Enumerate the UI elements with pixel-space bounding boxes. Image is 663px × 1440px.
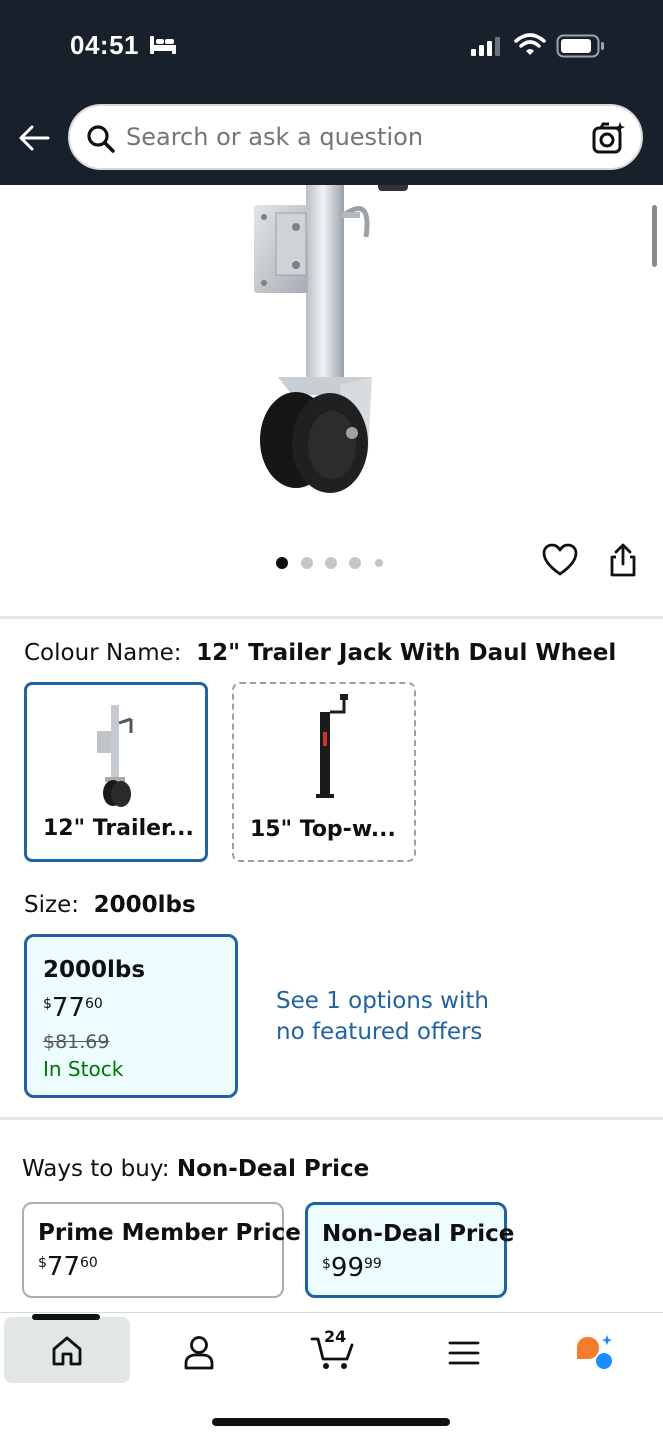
cellular-signal-icon bbox=[471, 37, 500, 56]
price-fraction: 60 bbox=[80, 1255, 98, 1271]
home-indicator-bar bbox=[212, 1418, 450, 1426]
price-currency: $ bbox=[322, 1256, 331, 1272]
colour-label: Colour Name: bbox=[24, 640, 182, 666]
wifi-icon bbox=[514, 33, 546, 55]
top-bar: 04:51 bbox=[0, 0, 663, 185]
ways-to-buy-selected-value: Non-Deal Price bbox=[176, 1156, 370, 1182]
price-currency: $ bbox=[38, 1255, 47, 1271]
ways-to-buy-row: Ways to buy: Non-Deal Price bbox=[22, 1156, 369, 1182]
size-label: Size: bbox=[24, 892, 79, 918]
buy-option-title: Prime Member Price bbox=[38, 1220, 301, 1246]
prime-member-price-option[interactable]: Prime Member Price $7760 bbox=[22, 1202, 301, 1298]
size-row: Size: 2000lbs bbox=[24, 892, 196, 918]
see-options-link[interactable]: See 1 options with no featured offers bbox=[276, 986, 516, 1048]
nav-home-button[interactable] bbox=[4, 1317, 130, 1383]
size-option-2000lbs[interactable]: 2000lbs $7760 $81.69 In Stock bbox=[24, 934, 238, 1098]
image-pagination-dots[interactable] bbox=[274, 555, 394, 569]
buy-option-price: $9999 bbox=[322, 1253, 382, 1283]
camera-search-icon[interactable] bbox=[591, 120, 627, 156]
swatch-image-15-top-wind-jack bbox=[316, 694, 348, 798]
pagination-dot-active[interactable] bbox=[276, 557, 288, 569]
price-whole: 77 bbox=[46, 1252, 81, 1282]
search-input[interactable] bbox=[126, 106, 566, 168]
back-arrow-icon[interactable] bbox=[16, 120, 52, 156]
price-currency: $ bbox=[43, 996, 52, 1012]
product-image[interactable] bbox=[0, 185, 663, 525]
buy-option-price: $7760 bbox=[38, 1252, 98, 1282]
non-deal-price-option[interactable]: Non-Deal Price $9999 bbox=[305, 1202, 514, 1298]
stock-status: In Stock bbox=[43, 1057, 124, 1081]
price-fraction: 99 bbox=[364, 1256, 382, 1272]
size-option-price: $7760 bbox=[43, 993, 103, 1023]
home-icon bbox=[52, 1336, 82, 1366]
size-option-name: 2000lbs bbox=[43, 957, 146, 983]
trailer-jack-photo bbox=[254, 185, 408, 493]
scroll-indicator bbox=[652, 205, 657, 267]
buy-option-title: Non-Deal Price bbox=[322, 1221, 515, 1247]
ways-to-buy-label: Ways to buy: bbox=[22, 1156, 170, 1182]
pagination-dot[interactable] bbox=[375, 559, 383, 567]
size-selected-value: 2000lbs bbox=[93, 892, 196, 918]
menu-icon[interactable] bbox=[448, 1339, 480, 1367]
price-whole: 99 bbox=[330, 1253, 365, 1283]
status-time: 04:51 bbox=[70, 30, 139, 60]
colour-option-15-top-wind[interactable]: 15" Top-w... bbox=[232, 682, 416, 862]
price-fraction: 60 bbox=[85, 996, 103, 1012]
heart-icon[interactable] bbox=[542, 543, 578, 577]
pagination-dot[interactable] bbox=[301, 557, 313, 569]
active-tab-indicator bbox=[32, 1314, 100, 1320]
pagination-dot[interactable] bbox=[349, 557, 361, 569]
pagination-dot[interactable] bbox=[325, 557, 337, 569]
section-divider bbox=[0, 1117, 663, 1120]
account-icon[interactable] bbox=[182, 1335, 216, 1371]
colour-selected-value: 12" Trailer Jack With Daul Wheel bbox=[196, 640, 617, 666]
swatch-image-12-trailer-jack bbox=[97, 705, 133, 807]
search-bar[interactable] bbox=[68, 104, 643, 170]
sleep-mode-icon bbox=[150, 36, 176, 54]
search-icon bbox=[87, 125, 115, 153]
battery-icon bbox=[556, 34, 604, 58]
colour-name-row: Colour Name: 12" Trailer Jack With Daul … bbox=[24, 640, 616, 666]
was-price: $81.69 bbox=[43, 1031, 110, 1053]
price-whole: 77 bbox=[51, 993, 86, 1023]
colour-option-12-trailer[interactable]: 12" Trailer... bbox=[24, 682, 208, 862]
colour-option-label: 12" Trailer... bbox=[43, 816, 194, 841]
section-divider bbox=[0, 616, 663, 619]
assistant-icon[interactable] bbox=[574, 1333, 616, 1373]
share-icon[interactable] bbox=[606, 542, 640, 578]
cart-icon[interactable] bbox=[310, 1333, 356, 1371]
colour-option-label: 15" Top-w... bbox=[250, 817, 396, 842]
